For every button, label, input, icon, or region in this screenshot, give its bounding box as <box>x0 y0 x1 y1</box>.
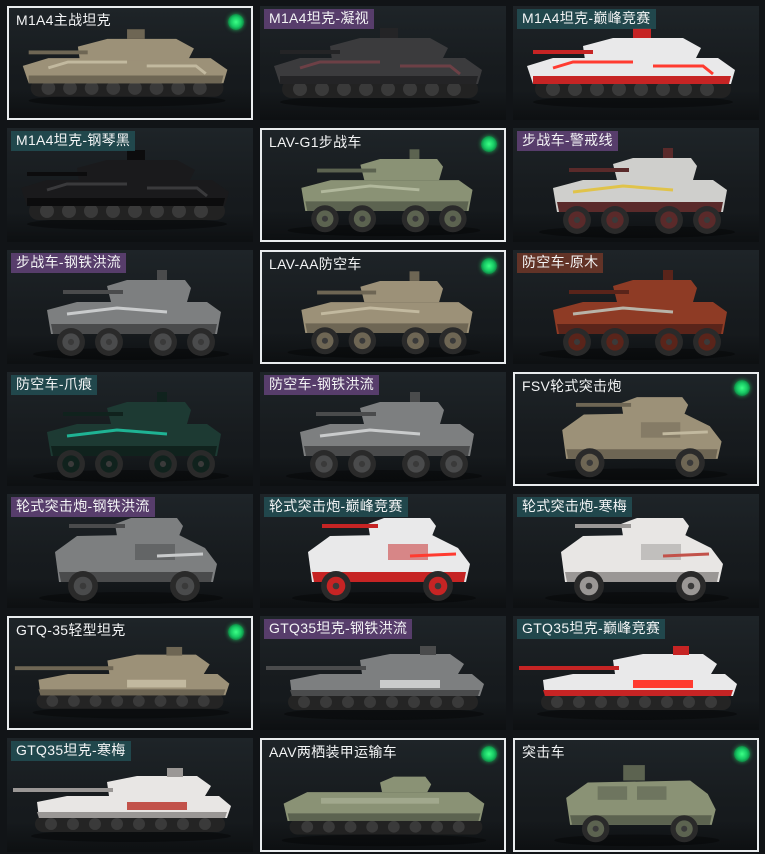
vehicle-name-label: 防空车-原木 <box>517 253 604 273</box>
green-dot-icon <box>734 380 750 396</box>
vehicle-name-label: M1A4坦克-凝视 <box>264 9 374 29</box>
vehicle-name-label: 步战车-警戒线 <box>517 131 618 151</box>
vehicle-name-label: M1A4坦克-钢琴黑 <box>11 131 136 151</box>
vehicle-name-label: GTQ35坦克-钢铁洪流 <box>264 619 413 639</box>
vehicle-name-label: M1A4坦克-巅峰竞赛 <box>517 9 656 29</box>
vehicle-card[interactable]: FSV轮式突击炮 <box>513 372 759 486</box>
vehicle-name-label: LAV-AA防空车 <box>269 256 362 272</box>
vehicle-card[interactable]: GTQ35坦克-巅峰竞赛 <box>513 616 759 730</box>
vehicle-card[interactable]: 轮式突击炮-寒梅 <box>513 494 759 608</box>
vehicle-card[interactable]: 步战车-钢铁洪流 <box>7 250 253 364</box>
vehicle-name-label: 轮式突击炮-钢铁洪流 <box>11 497 155 517</box>
vehicle-card[interactable]: GTQ-35轻型坦克 <box>7 616 253 730</box>
vehicle-name-label: 突击车 <box>522 744 565 760</box>
green-dot-icon <box>481 258 497 274</box>
vehicle-card[interactable]: M1A4坦克-巅峰竞赛 <box>513 6 759 120</box>
vehicle-card[interactable]: GTQ35坦克-钢铁洪流 <box>260 616 506 730</box>
vehicle-card[interactable]: 防空车-原木 <box>513 250 759 364</box>
vehicle-name-label: GTQ35坦克-巅峰竞赛 <box>517 619 666 639</box>
vehicle-card[interactable]: 突击车 <box>513 738 759 852</box>
vehicle-name-label: GTQ35坦克-寒梅 <box>11 741 131 761</box>
vehicle-name-label: FSV轮式突击炮 <box>522 378 622 394</box>
green-dot-icon <box>228 14 244 30</box>
vehicle-card[interactable]: LAV-G1步战车 <box>260 128 506 242</box>
vehicle-name-label: AAV两栖装甲运输车 <box>269 744 397 760</box>
vehicle-card[interactable]: LAV-AA防空车 <box>260 250 506 364</box>
green-dot-icon <box>481 746 497 762</box>
vehicle-name-label: 防空车-钢铁洪流 <box>264 375 380 395</box>
vehicle-skin-grid: M1A4主战坦克 M1A4坦克-凝视 M1A4坦克-巅峰竞赛 M1A4坦克-钢琴… <box>0 0 765 854</box>
vehicle-card[interactable]: 步战车-警戒线 <box>513 128 759 242</box>
green-dot-icon <box>734 746 750 762</box>
vehicle-card[interactable]: 防空车-爪痕 <box>7 372 253 486</box>
vehicle-card[interactable]: AAV两栖装甲运输车 <box>260 738 506 852</box>
green-dot-icon <box>228 624 244 640</box>
vehicle-name-label: M1A4主战坦克 <box>16 12 111 28</box>
green-dot-icon <box>481 136 497 152</box>
vehicle-card[interactable]: 轮式突击炮-钢铁洪流 <box>7 494 253 608</box>
vehicle-name-label: 轮式突击炮-寒梅 <box>517 497 633 517</box>
vehicle-name-label: GTQ-35轻型坦克 <box>16 622 126 638</box>
vehicle-name-label: 轮式突击炮-巅峰竞赛 <box>264 497 408 517</box>
vehicle-card[interactable]: 防空车-钢铁洪流 <box>260 372 506 486</box>
vehicle-card[interactable]: 轮式突击炮-巅峰竞赛 <box>260 494 506 608</box>
vehicle-card[interactable]: M1A4坦克-钢琴黑 <box>7 128 253 242</box>
vehicle-name-label: LAV-G1步战车 <box>269 134 362 150</box>
vehicle-card[interactable]: M1A4主战坦克 <box>7 6 253 120</box>
vehicle-card[interactable]: M1A4坦克-凝视 <box>260 6 506 120</box>
vehicle-card[interactable]: GTQ35坦克-寒梅 <box>7 738 253 852</box>
vehicle-name-label: 防空车-爪痕 <box>11 375 98 395</box>
vehicle-name-label: 步战车-钢铁洪流 <box>11 253 127 273</box>
